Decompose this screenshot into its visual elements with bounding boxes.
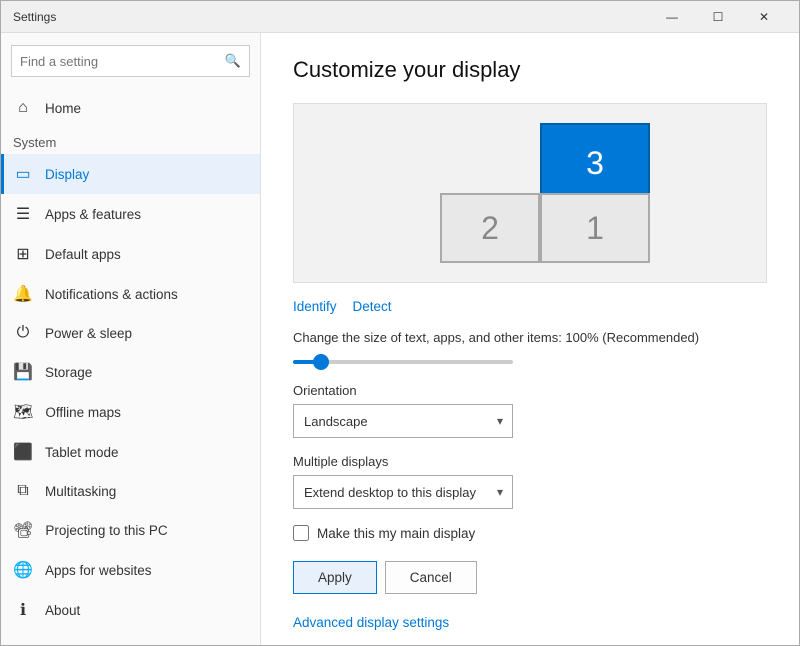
sidebar-item-power-sleep[interactable]: ⏻ Power & sleep	[1, 314, 260, 352]
sidebar-item-notifications[interactable]: 🔔 Notifications & actions	[1, 274, 260, 314]
sidebar-item-home[interactable]: ⌂ Home	[1, 89, 260, 127]
sidebar-item-home-label: Home	[45, 101, 81, 116]
search-input[interactable]	[20, 54, 225, 69]
monitor-3-label: 3	[586, 145, 604, 182]
orientation-select-wrapper: Landscape Portrait Landscape (flipped) P…	[293, 404, 513, 438]
sidebar-item-apps-websites-label: Apps for websites	[45, 563, 152, 578]
power-sleep-icon: ⏻	[13, 324, 33, 342]
orientation-select[interactable]: Landscape Portrait Landscape (flipped) P…	[293, 404, 513, 438]
display-links: Identify Detect	[293, 299, 767, 314]
about-icon: ℹ	[13, 600, 33, 620]
apps-websites-icon: 🌐	[13, 560, 33, 580]
offline-maps-icon: 🗺	[13, 402, 33, 422]
sidebar-item-apps-features-label: Apps & features	[45, 207, 141, 222]
window-controls: — ☐ ✕	[649, 1, 787, 33]
sidebar-item-default-apps-label: Default apps	[45, 247, 121, 262]
monitor-2-label: 2	[481, 210, 499, 247]
sidebar-item-about[interactable]: ℹ About	[1, 590, 260, 630]
tablet-mode-icon: ⬛	[13, 442, 33, 462]
button-row: Apply Cancel	[293, 561, 767, 594]
minimize-button[interactable]: —	[649, 1, 695, 33]
storage-icon: 💾	[13, 362, 33, 382]
home-icon: ⌂	[13, 99, 33, 117]
page-title: Customize your display	[293, 57, 767, 83]
detect-link[interactable]: Detect	[353, 299, 392, 314]
apply-button[interactable]: Apply	[293, 561, 377, 594]
cancel-button[interactable]: Cancel	[385, 561, 477, 594]
main-content: Customize your display 3 2 1	[261, 33, 799, 645]
text-size-label: Change the size of text, apps, and other…	[293, 330, 767, 345]
title-bar: Settings — ☐ ✕	[1, 1, 799, 33]
identify-link[interactable]: Identify	[293, 299, 337, 314]
sidebar-item-multitasking-label: Multitasking	[45, 484, 116, 499]
multitasking-icon: ⧉	[13, 482, 33, 500]
text-size-row: Change the size of text, apps, and other…	[293, 330, 767, 367]
slider-container	[293, 351, 767, 367]
orientation-row: Orientation Landscape Portrait Landscape…	[293, 383, 767, 438]
window-title: Settings	[13, 10, 649, 24]
orientation-label: Orientation	[293, 383, 767, 398]
display-icon: ▭	[13, 164, 33, 184]
main-display-label[interactable]: Make this my main display	[317, 526, 475, 541]
advanced-link[interactable]: Advanced display settings	[293, 615, 449, 630]
monitor-1-label: 1	[586, 210, 604, 247]
sidebar-item-apps-websites[interactable]: 🌐 Apps for websites	[1, 550, 260, 590]
projecting-icon: 📽	[13, 520, 33, 540]
sidebar-item-offline-maps-label: Offline maps	[45, 405, 121, 420]
close-button[interactable]: ✕	[741, 1, 787, 33]
window-content: 🔍 ⌂ Home System ▭ Display ☰ Apps & featu…	[1, 33, 799, 645]
sidebar-item-display[interactable]: ▭ Display	[1, 154, 260, 194]
sidebar-item-projecting-label: Projecting to this PC	[45, 523, 167, 538]
sidebar-item-about-label: About	[45, 603, 80, 618]
multiple-displays-select-wrapper: Extend desktop to this display Duplicate…	[293, 475, 513, 509]
apps-features-icon: ☰	[13, 204, 33, 224]
search-box[interactable]: 🔍	[11, 45, 250, 77]
monitor-3[interactable]: 3	[540, 123, 650, 203]
monitor-1[interactable]: 1	[540, 193, 650, 263]
sidebar-item-tablet-mode[interactable]: ⬛ Tablet mode	[1, 432, 260, 472]
main-display-checkbox[interactable]	[293, 525, 309, 541]
sidebar-item-storage-label: Storage	[45, 365, 92, 380]
search-icon: 🔍	[225, 53, 241, 69]
sidebar-item-notifications-label: Notifications & actions	[45, 287, 178, 302]
monitor-2[interactable]: 2	[440, 193, 540, 263]
multiple-displays-label: Multiple displays	[293, 454, 767, 469]
sidebar-item-multitasking[interactable]: ⧉ Multitasking	[1, 472, 260, 510]
sidebar-item-power-sleep-label: Power & sleep	[45, 326, 132, 341]
sidebar: 🔍 ⌂ Home System ▭ Display ☰ Apps & featu…	[1, 33, 261, 645]
multiple-displays-row: Multiple displays Extend desktop to this…	[293, 454, 767, 509]
sidebar-item-projecting[interactable]: 📽 Projecting to this PC	[1, 510, 260, 550]
sidebar-item-display-label: Display	[45, 167, 89, 182]
display-preview: 3 2 1	[293, 103, 767, 283]
default-apps-icon: ⊞	[13, 244, 33, 264]
sidebar-item-apps-features[interactable]: ☰ Apps & features	[1, 194, 260, 234]
sidebar-item-default-apps[interactable]: ⊞ Default apps	[1, 234, 260, 274]
sidebar-section-label: System	[1, 127, 260, 154]
text-size-slider[interactable]	[293, 360, 513, 364]
settings-window: Settings — ☐ ✕ 🔍 ⌂ Home System ▭	[0, 0, 800, 646]
sidebar-item-storage[interactable]: 💾 Storage	[1, 352, 260, 392]
sidebar-item-offline-maps[interactable]: 🗺 Offline maps	[1, 392, 260, 432]
main-display-row: Make this my main display	[293, 525, 767, 541]
monitor-container: 3 2 1	[400, 123, 660, 263]
maximize-button[interactable]: ☐	[695, 1, 741, 33]
multiple-displays-select[interactable]: Extend desktop to this display Duplicate…	[293, 475, 513, 509]
sidebar-item-tablet-mode-label: Tablet mode	[45, 445, 119, 460]
notifications-icon: 🔔	[13, 284, 33, 304]
